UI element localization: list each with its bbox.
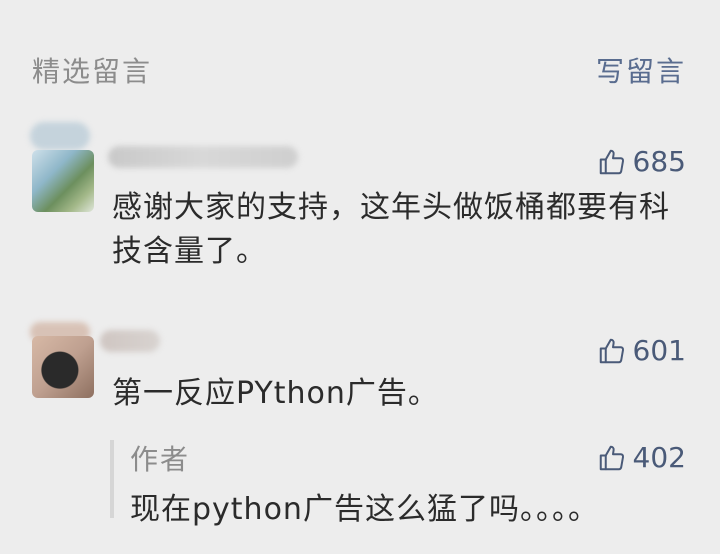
thumbs-up-icon [599,149,624,174]
write-comment-link[interactable]: 写留言 [596,50,686,90]
like-count: 685 [632,145,686,178]
reply-text: 现在python广告这么猛了吗。。。。 [130,492,599,527]
like-button[interactable]: 685 [597,145,686,178]
like-button[interactable]: 601 [597,334,686,367]
comment-text: 第一反应PYthon广告。 [112,376,439,411]
avatar[interactable] [32,336,94,398]
section-title: 精选留言 [32,55,153,88]
comment-text: 感谢大家的支持，这年头做饭桶都要有科技含量了。 [112,190,670,269]
thumbs-up-icon [599,338,624,363]
avatar-blur [30,122,90,150]
like-button[interactable]: 402 [597,441,686,474]
like-count: 402 [632,441,686,474]
like-count: 601 [632,334,686,367]
avatar[interactable] [32,150,94,212]
username-blurred [108,146,298,168]
username-blurred [100,330,160,352]
reply-author: 作者 [130,443,191,476]
reply-divider [110,440,114,518]
thumbs-up-icon [599,445,624,470]
